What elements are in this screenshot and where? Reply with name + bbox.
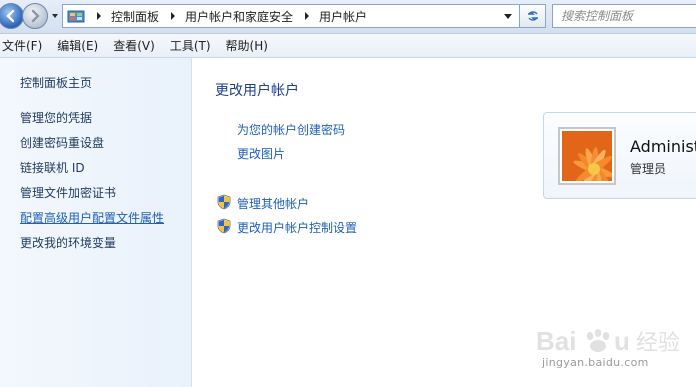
page-title: 更改用户帐户 (215, 83, 299, 99)
recent-pages-chevron-down-icon[interactable] (50, 9, 60, 23)
menu-tools[interactable]: 工具(T) (166, 37, 215, 54)
refresh-icon (527, 11, 538, 21)
sidebar-item-control-panel-home[interactable]: 控制面板主页 (20, 74, 92, 91)
back-button[interactable] (0, 3, 24, 29)
chevron-right-icon (171, 12, 176, 20)
uac-shield-icon (217, 194, 231, 210)
account-name: Administ (630, 137, 696, 156)
chevron-right-icon (305, 12, 310, 20)
sidebar-item-link-online-id[interactable]: 链接联机 ID (20, 159, 85, 176)
sidebar: 控制面板主页 管理您的凭据 创建密码重设盘 链接联机 ID 管理文件加密证书 配… (0, 58, 192, 387)
breadcrumb-user-accounts-family-safety[interactable]: 用户帐户和家庭安全 (159, 5, 293, 27)
account-card: Administ 管理员 (543, 112, 696, 199)
sidebar-item-advanced-profile-properties[interactable]: 配置高级用户配置文件属性 (20, 209, 164, 226)
sidebar-item-change-environment-variables[interactable]: 更改我的环境变量 (20, 234, 116, 251)
avatar[interactable] (558, 127, 616, 191)
breadcrumb-label: 控制面板 (111, 9, 160, 24)
breadcrumb-control-panel[interactable]: 控制面板 (85, 5, 159, 27)
change-picture-link[interactable]: 更改图片 (237, 145, 285, 162)
refresh-button[interactable] (520, 4, 546, 28)
search-input[interactable]: 搜索控制面板 (552, 4, 696, 28)
sidebar-item-create-password-reset-disk[interactable]: 创建密码重设盘 (20, 134, 104, 151)
menu-help[interactable]: 帮助(H) (222, 37, 272, 54)
create-password-link[interactable]: 为您的帐户创建密码 (237, 121, 345, 138)
address-bar[interactable]: 控制面板 用户帐户和家庭安全 用户帐户 (62, 4, 520, 28)
watermark-url: jingyan.baidu.com (542, 356, 649, 369)
sidebar-item-manage-encryption-certificates[interactable]: 管理文件加密证书 (20, 184, 116, 201)
breadcrumb-user-accounts[interactable]: 用户帐户 (293, 5, 367, 27)
flower-picture-icon (562, 131, 615, 191)
menu-file[interactable]: 文件(F) (0, 37, 46, 54)
baidu-watermark-logo: Bai u 经验 (536, 326, 680, 356)
account-type: 管理员 (630, 162, 667, 176)
svg-text:u: u (614, 326, 630, 356)
svg-text:Bai: Bai (536, 326, 576, 356)
manage-other-accounts-link[interactable]: 管理其他帐户 (237, 195, 309, 212)
svg-text:经验: 经验 (636, 331, 680, 356)
menu-bar: 文件(F) 编辑(E) 查看(V) 工具(T) 帮助(H) (0, 34, 696, 58)
sidebar-item-manage-credentials[interactable]: 管理您的凭据 (20, 109, 92, 126)
arrow-left-icon (6, 9, 15, 23)
breadcrumb-label: 用户帐户和家庭安全 (185, 9, 294, 24)
breadcrumb-label: 用户帐户 (319, 9, 368, 24)
control-panel-icon (67, 10, 85, 23)
address-history-chevron-down-icon[interactable] (503, 13, 513, 21)
chevron-right-icon (97, 12, 101, 20)
forward-button[interactable] (22, 3, 48, 29)
menu-edit[interactable]: 编辑(E) (53, 37, 102, 54)
arrow-right-icon (31, 9, 40, 23)
address-toolbar: 控制面板 用户帐户和家庭安全 用户帐户 搜索控制面板 (0, 0, 696, 34)
menu-view[interactable]: 查看(V) (109, 37, 159, 54)
uac-settings-link[interactable]: 更改用户帐户控制设置 (237, 219, 357, 236)
uac-shield-icon (217, 218, 231, 234)
